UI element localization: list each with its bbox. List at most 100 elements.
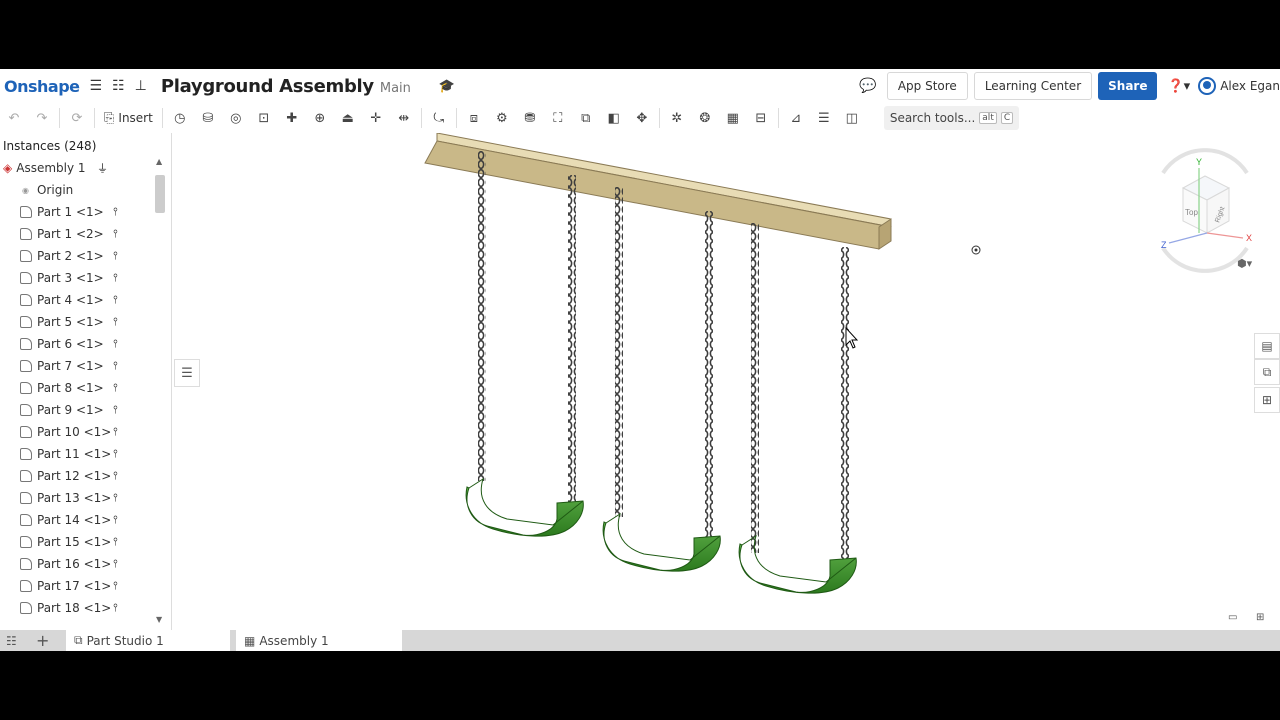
mate-indicator-icon[interactable]: ⫯ — [113, 293, 118, 307]
tab-manager-icon[interactable]: ☷ — [6, 630, 21, 651]
list-item[interactable]: Part 9 <1> ⫯ — [20, 399, 170, 421]
list-item[interactable]: Part 2 <1> ⫯ — [20, 245, 170, 267]
explode-icon[interactable]: ✥ — [628, 106, 656, 130]
redo-icon[interactable]: ↷ — [28, 106, 56, 130]
mate-indicator-icon[interactable]: ⫯ — [113, 579, 118, 593]
list-item[interactable]: Part 11 <1> ⫯ — [20, 443, 170, 465]
section-view-icon[interactable]: ◧ — [600, 106, 628, 130]
share-button[interactable]: Share — [1098, 72, 1158, 100]
document-title[interactable]: Playground Assembly — [161, 76, 374, 97]
scroll-up-icon[interactable]: ▲ — [156, 157, 162, 166]
slider-mate-icon[interactable]: ⊡ — [250, 106, 278, 130]
measure-icon[interactable]: ⊿ — [782, 106, 810, 130]
linear-relation-icon[interactable]: ⧉ — [572, 106, 600, 130]
revolute-mate-icon[interactable]: ◎ — [222, 106, 250, 130]
menu-icon[interactable]: ☰ — [90, 78, 103, 94]
mate-indicator-icon[interactable]: ⫯ — [113, 601, 118, 615]
bom-icon[interactable]: ☰ — [810, 106, 838, 130]
swing-seat-2[interactable] — [602, 512, 721, 572]
assembly-root[interactable]: ◈ Assembly 1 ⏚ — [3, 157, 153, 179]
mate-indicator-icon[interactable]: ⫯ — [113, 403, 118, 417]
list-item[interactable]: Part 4 <1> ⫯ — [20, 289, 170, 311]
parallel-mate-icon[interactable]: ⇹ — [390, 106, 418, 130]
avatar[interactable] — [1198, 77, 1217, 95]
config-icon[interactable]: ⊥ — [135, 78, 147, 94]
help-icon[interactable]: ❓▾ — [1167, 79, 1190, 94]
gear-relation-icon[interactable]: ⚙ — [488, 106, 516, 130]
mate-indicator-icon[interactable]: ⫯ — [113, 557, 118, 571]
tab-assembly[interactable]: ▦ Assembly 1 — [236, 630, 402, 651]
fastened-mate-icon[interactable]: ⛁ — [194, 106, 222, 130]
right-panel-configurations-icon[interactable]: ⊞ — [1254, 387, 1280, 413]
list-item[interactable]: Part 10 <1> ⫯ — [20, 421, 170, 443]
mate-indicator-icon[interactable]: ⫯ — [113, 205, 118, 219]
swing-seat-1[interactable] — [465, 477, 584, 537]
settings-gear-icon[interactable]: ✲ — [663, 106, 691, 130]
mate-indicator-icon[interactable]: ⫯ — [113, 535, 118, 549]
list-item[interactable]: Part 8 <1> ⫯ — [20, 377, 170, 399]
scroll-down-icon[interactable]: ▼ — [156, 615, 162, 624]
mate-indicator-icon[interactable]: ⫯ — [113, 227, 118, 241]
mate-indicator-icon[interactable]: ⫯ — [113, 425, 118, 439]
list-item[interactable]: Part 6 <1> ⫯ — [20, 333, 170, 355]
list-item[interactable]: Part 15 <1> ⫯ — [20, 531, 170, 553]
app-store-button[interactable]: App Store — [886, 72, 968, 100]
group-icon[interactable]: ⧈ — [460, 106, 488, 130]
right-panel-appearance-icon[interactable]: ▤ — [1254, 333, 1280, 359]
search-tools-input[interactable]: Search tools... alt C — [883, 106, 1020, 130]
mate-indicator-icon[interactable]: ⫯ — [113, 513, 118, 527]
undo-icon[interactable]: ↶ — [0, 106, 28, 130]
history-icon[interactable]: ◷ — [166, 106, 194, 130]
comment-icon[interactable]: 💬 — [859, 78, 876, 94]
screw-relation-icon[interactable]: ⛶ — [544, 106, 572, 130]
mate-indicator-icon[interactable]: ⫯ — [113, 271, 118, 285]
onshape-logo[interactable]: Onshape — [4, 77, 80, 96]
user-name[interactable]: Alex Egan — [1220, 79, 1280, 93]
learning-center-button[interactable]: Learning Center — [973, 72, 1093, 100]
mate-indicator-icon[interactable]: ⫯ — [113, 315, 118, 329]
list-item[interactable]: Part 3 <1> ⫯ — [20, 267, 170, 289]
cylindrical-mate-icon[interactable]: ⊕ — [306, 106, 334, 130]
mate-indicator-icon[interactable]: ⫯ — [113, 359, 118, 373]
regenerate-icon[interactable]: ⟳ — [63, 106, 91, 130]
list-item[interactable]: Part 7 <1> ⫯ — [20, 355, 170, 377]
mate-indicator-icon[interactable]: ⫯ — [113, 491, 118, 505]
mate-indicator-icon[interactable]: ⫯ — [113, 469, 118, 483]
list-item[interactable]: Part 14 <1> ⫯ — [20, 509, 170, 531]
list-item[interactable]: Part 12 <1> ⫯ — [20, 465, 170, 487]
mate-indicator-icon[interactable]: ⫯ — [113, 381, 118, 395]
render-mode-icon[interactable]: ⊞ — [1256, 612, 1264, 623]
pin-slot-mate-icon[interactable]: ⏏ — [334, 106, 362, 130]
branch-label[interactable]: Main — [380, 81, 411, 96]
view-options-icon[interactable]: ⬢▾ — [1237, 257, 1253, 270]
mate-connector-icon[interactable]: ⤿ — [425, 106, 453, 130]
rack-pinion-icon[interactable]: ⛃ — [516, 106, 544, 130]
list-item[interactable]: Part 1 <1> ⫯ — [20, 201, 170, 223]
insert-button[interactable]: ⎘ Insert — [98, 111, 159, 126]
mate-indicator-icon[interactable]: ⫯ — [113, 447, 118, 461]
add-tab-icon[interactable]: + — [36, 630, 53, 651]
ball-mate-icon[interactable]: ✛ — [362, 106, 390, 130]
ground-icon[interactable]: ⏚ — [97, 160, 108, 176]
replicate-icon[interactable]: ▦ — [719, 106, 747, 130]
display-mode-icon[interactable]: ▭ — [1228, 612, 1237, 623]
feature-list-icon[interactable]: ☷ — [112, 78, 125, 94]
graphics-viewport[interactable]: Y X Z Top Right ⬢▾ ▭ ⊞ — [173, 132, 1280, 630]
origin-item[interactable]: ◉ Origin — [22, 179, 172, 201]
view-cube[interactable] — [1161, 148, 1249, 273]
graduation-cap-icon[interactable]: 🎓 — [439, 79, 455, 94]
top-beam[interactable] — [424, 132, 892, 250]
list-item[interactable]: Part 16 <1> ⫯ — [20, 553, 170, 575]
list-item[interactable]: Part 1 <2> ⫯ — [20, 223, 170, 245]
list-item[interactable]: Part 5 <1> ⫯ — [20, 311, 170, 333]
list-item[interactable]: Part 13 <1> ⫯ — [20, 487, 170, 509]
list-item[interactable]: Part 18 <1> ⫯ — [20, 597, 170, 619]
tab-part-studio[interactable]: ⧉ Part Studio 1 — [66, 630, 230, 651]
scroll-thumb[interactable] — [155, 175, 165, 213]
mate-indicator-icon[interactable]: ⫯ — [113, 337, 118, 351]
planar-mate-icon[interactable]: ✚ — [278, 106, 306, 130]
pattern-icon[interactable]: ⊟ — [747, 106, 775, 130]
panel-scrollbar[interactable]: ▲ ▼ — [153, 157, 165, 627]
mate-indicator-icon[interactable]: ⫯ — [113, 249, 118, 263]
list-item[interactable]: Part 17 <1> ⫯ — [20, 575, 170, 597]
